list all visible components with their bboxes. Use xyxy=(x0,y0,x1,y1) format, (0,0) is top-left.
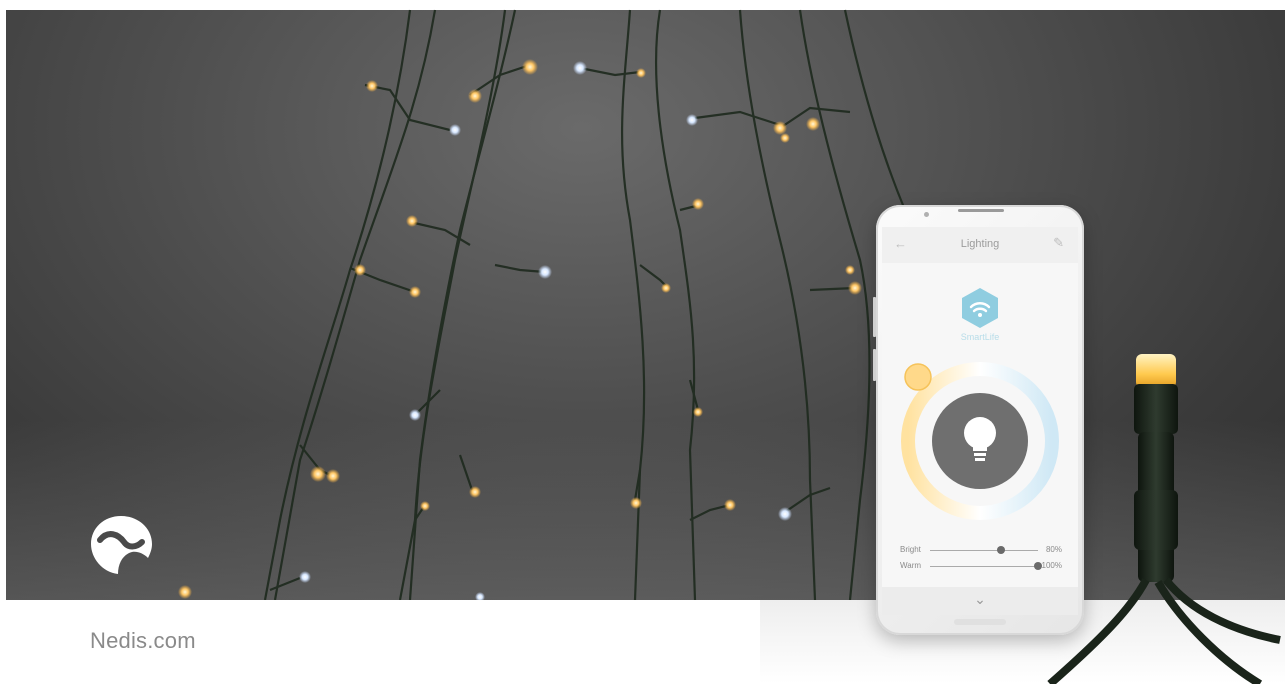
phone-camera xyxy=(924,212,929,217)
warm-label: Warm xyxy=(900,561,922,570)
temperature-handle[interactable] xyxy=(904,363,932,391)
product-banner: Nedis.com ← Lighting ✎ SmartLife Bright … xyxy=(0,0,1285,684)
bright-knob[interactable] xyxy=(997,546,1005,554)
phone-side-button xyxy=(873,349,876,381)
nedis-logo-icon xyxy=(91,516,152,574)
bright-track[interactable] xyxy=(930,550,1038,551)
warm-track[interactable] xyxy=(930,566,1038,567)
app-title: Lighting xyxy=(960,238,1000,250)
app-header: ← Lighting ✎ xyxy=(882,227,1078,263)
smartlife-logo-icon xyxy=(962,288,998,328)
phone-volume-button xyxy=(873,297,876,337)
phone-speaker xyxy=(958,209,1004,212)
site-url[interactable]: Nedis.com xyxy=(90,628,196,654)
led-product-closeup xyxy=(1047,354,1281,684)
bright-label: Bright xyxy=(900,545,921,554)
phone-home-indicator xyxy=(954,619,1006,625)
pencil-icon[interactable]: ✎ xyxy=(1053,235,1064,251)
